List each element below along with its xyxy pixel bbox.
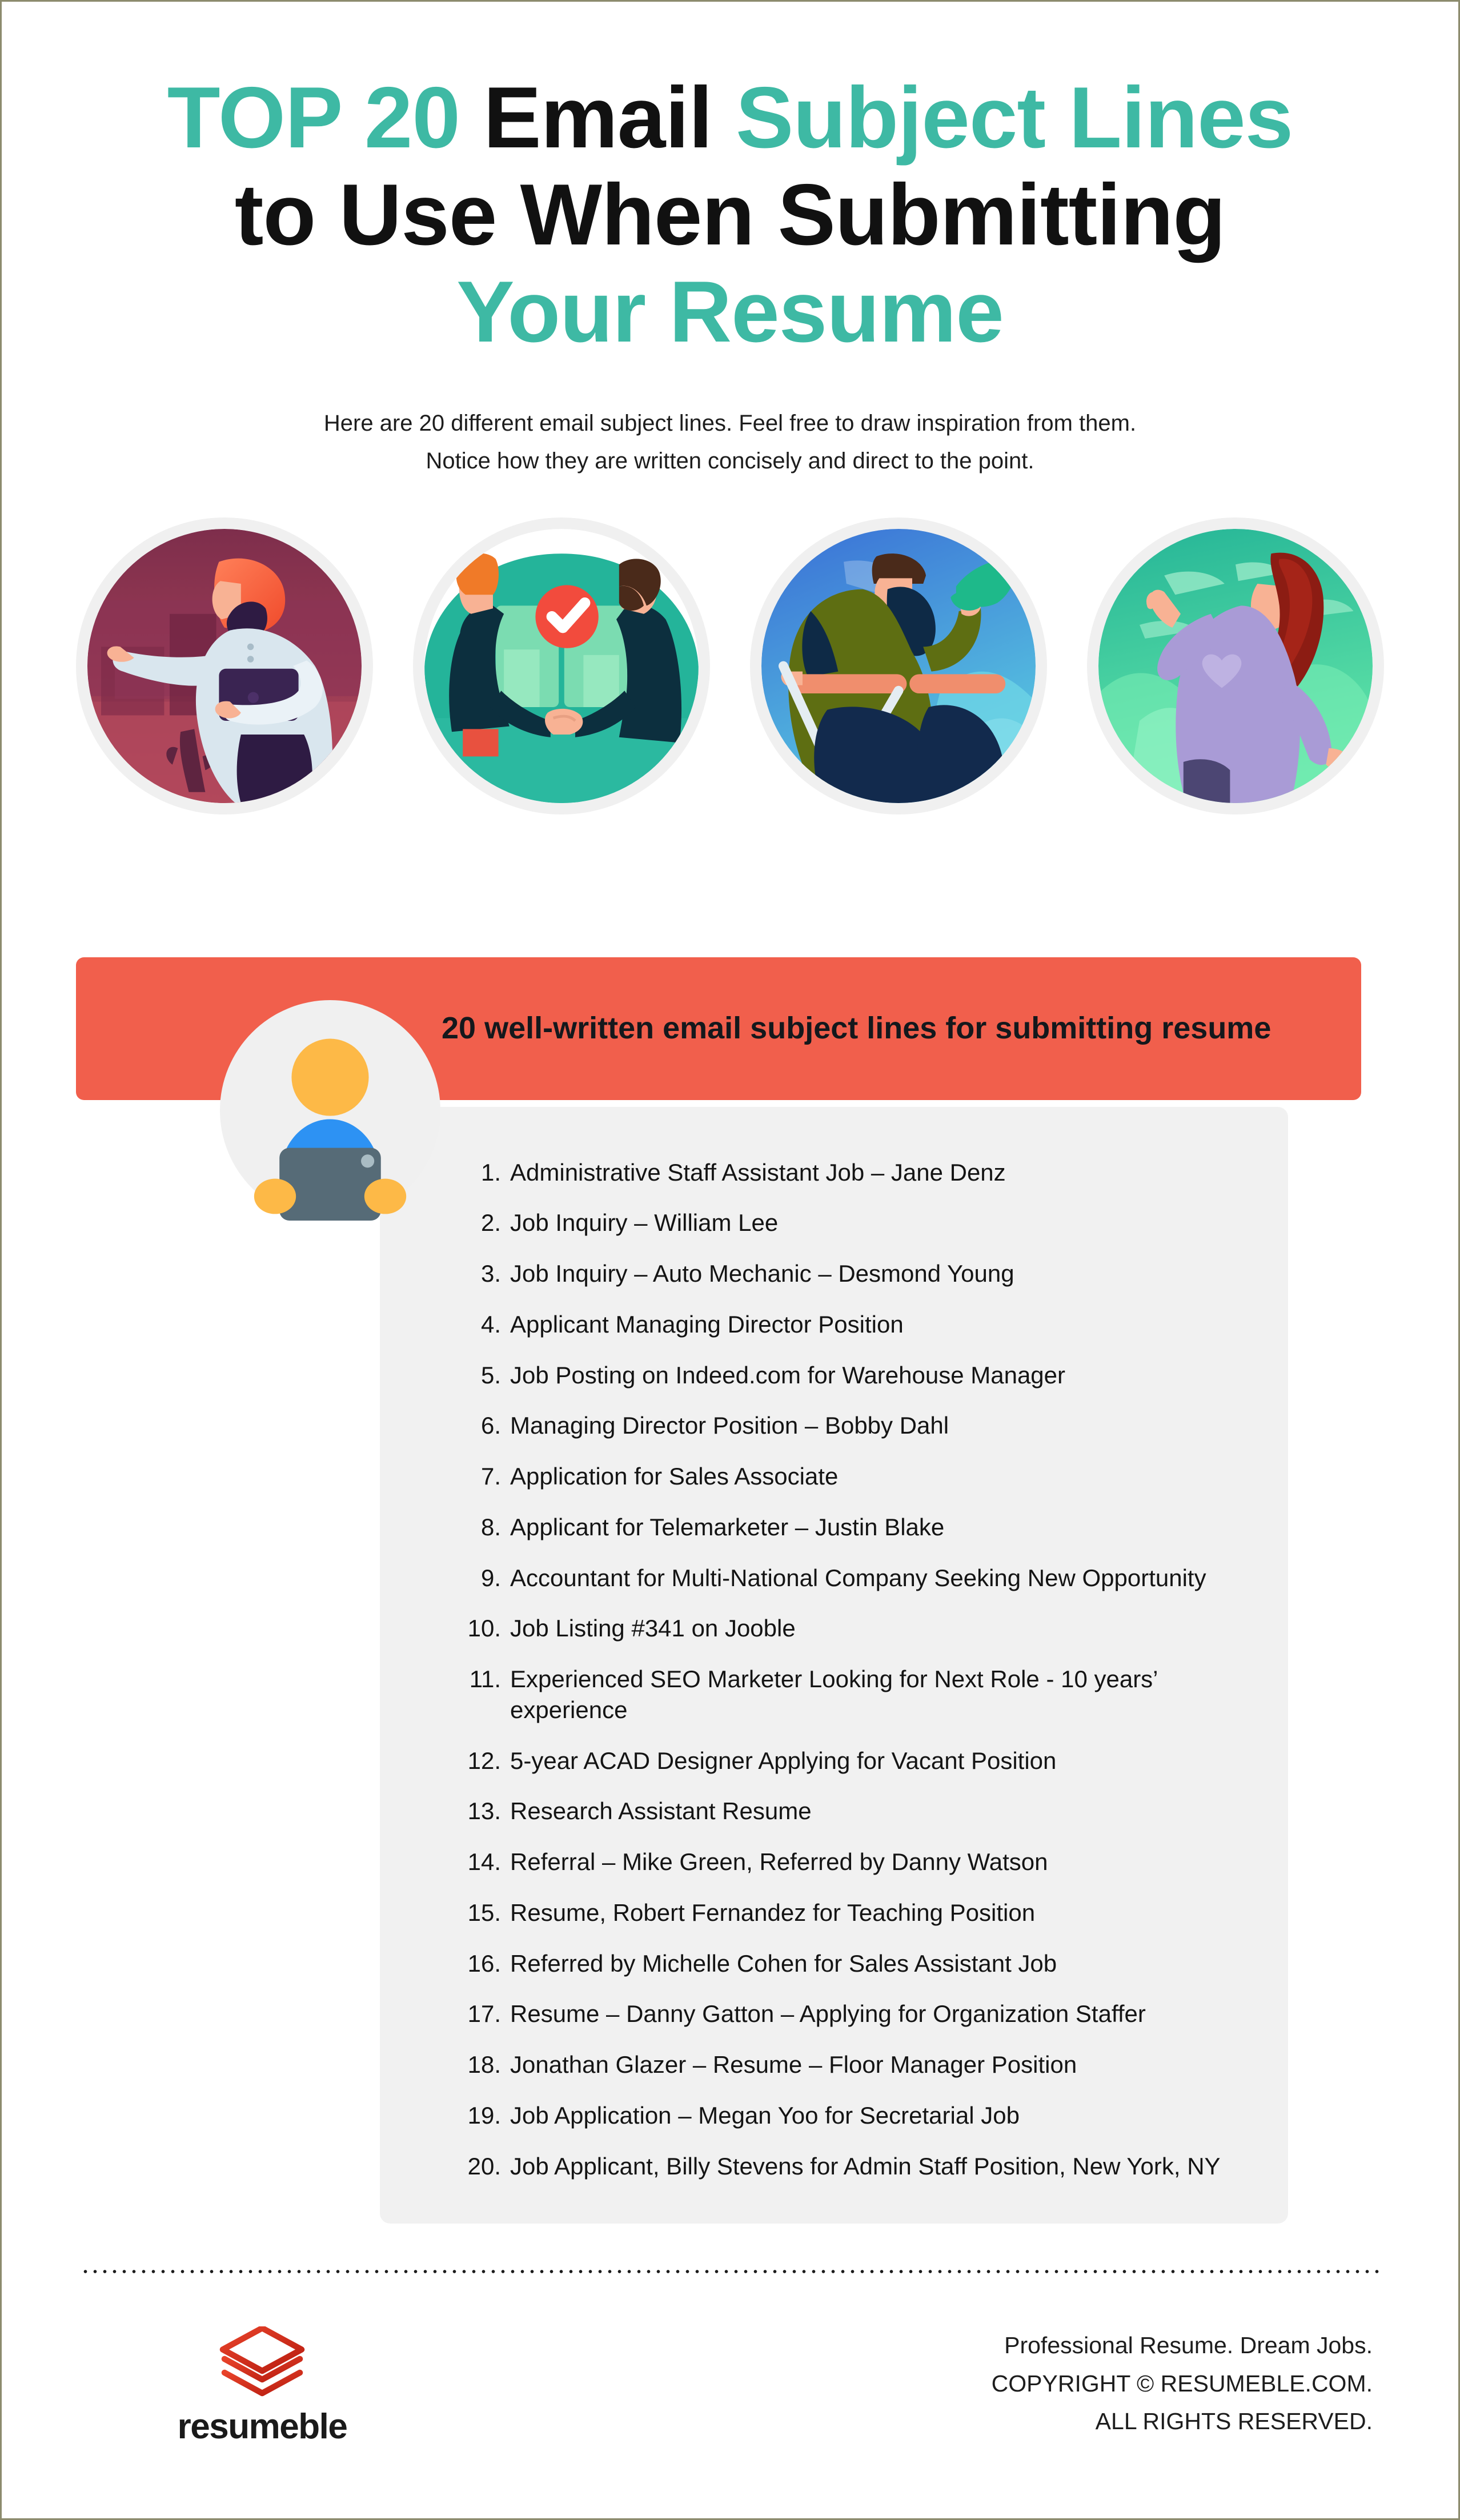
list-item: Administrative Staff Assistant Job – Jan… [466, 1157, 1006, 1188]
footer-tagline: Professional Resume. Dream Jobs. [1004, 2332, 1373, 2359]
subtitle-text: Here are 20 different email subject line… [323, 410, 1137, 473]
illustration-woman-with-laptop [76, 517, 373, 814]
list-item: Accountant for Multi-National Company Se… [466, 1563, 1206, 1594]
footer: resumeble Professional Resume. Dream Job… [81, 2326, 1379, 2447]
title-top20: TOP 20 [167, 69, 460, 166]
list-item: Experienced SEO Marketer Looking for Nex… [466, 1664, 1157, 1723]
banner-section: 20 well-written email subject lines for … [76, 957, 1384, 1221]
list-item: Job Inquiry – Auto Mechanic – Desmond Yo… [466, 1258, 1014, 1289]
list-item: Managing Director Position – Bobby Dahl [466, 1410, 949, 1441]
list-item: Application for Sales Associate [466, 1461, 839, 1492]
woman-with-laptop-icon [87, 528, 362, 803]
woman-celebrating-icon [1098, 528, 1373, 803]
handshake-approved-icon [424, 528, 699, 803]
brand-logo: resumeble [165, 2326, 359, 2447]
title-line-1: TOP 20 Email Subject Lines [79, 69, 1381, 166]
list-item: Research Assistant Resume [466, 1796, 812, 1827]
stacked-layers-logo-icon [219, 2326, 305, 2402]
title-subject-lines: Subject Lines [736, 69, 1293, 166]
list-item: Jonathan Glazer – Resume – Floor Manager… [466, 2049, 1077, 2080]
subject-lines-list: Administrative Staff Assistant Job – Jan… [466, 1157, 1237, 2182]
title-email: Email [483, 69, 713, 166]
legal-text: Professional Resume. Dream Jobs. COPYRIG… [992, 2326, 1373, 2440]
banner-heading: 20 well-written email subject lines for … [442, 1010, 1272, 1045]
list-item: Job Applicant, Billy Stevens for Admin S… [466, 2151, 1221, 2182]
stacked-layers-svg [219, 2326, 305, 2397]
list-item: Job Listing #341 on Jooble [466, 1613, 796, 1644]
list-item: Applicant Managing Director Position [466, 1309, 904, 1340]
list-item: Job Inquiry – William Lee [466, 1207, 779, 1238]
footer-copyright: COPYRIGHT © RESUMEBLE.COM. [991, 2370, 1373, 2397]
dotted-divider [81, 2269, 1379, 2274]
list-item: Resume – Danny Gatton – Applying for Org… [466, 1999, 1146, 2029]
person-with-laptop-avatar [220, 1000, 440, 1221]
title-line-3: Your Resume [456, 263, 1004, 361]
person-with-laptop-avatar-icon [220, 1000, 440, 1221]
list-item: Job Application – Megan Yoo for Secretar… [466, 2100, 1020, 2131]
man-with-megaphone-icon [761, 528, 1036, 803]
infographic-page: TOP 20 Email Subject Lines to Use When S… [0, 0, 1460, 2520]
list-item: Referral – Mike Green, Referred by Danny… [466, 1847, 1048, 1877]
list-item: Applicant for Telemarketer – Justin Blak… [466, 1512, 945, 1543]
illustration-man-with-megaphone [750, 517, 1047, 814]
footer-rights: ALL RIGHTS RESERVED. [1095, 2408, 1373, 2435]
brand-name: resumeble [177, 2407, 348, 2447]
list-item: Resume, Robert Fernandez for Teaching Po… [466, 1897, 1036, 1928]
list-item: Job Posting on Indeed.com for Warehouse … [466, 1360, 1066, 1391]
illustration-row [76, 517, 1384, 814]
page-title: TOP 20 Email Subject Lines to Use When S… [79, 69, 1381, 361]
illustration-woman-celebrating [1087, 517, 1384, 814]
title-line-2: to Use When Submitting [234, 166, 1226, 264]
list-item: Referred by Michelle Cohen for Sales Ass… [466, 1948, 1057, 1979]
subject-lines-card: Administrative Staff Assistant Job – Jan… [380, 1106, 1288, 2224]
illustration-handshake-approved [413, 517, 710, 814]
list-item: 5-year ACAD Designer Applying for Vacant… [466, 1745, 1057, 1776]
list-card-wrapper: Administrative Staff Assistant Job – Jan… [76, 1106, 1384, 2224]
